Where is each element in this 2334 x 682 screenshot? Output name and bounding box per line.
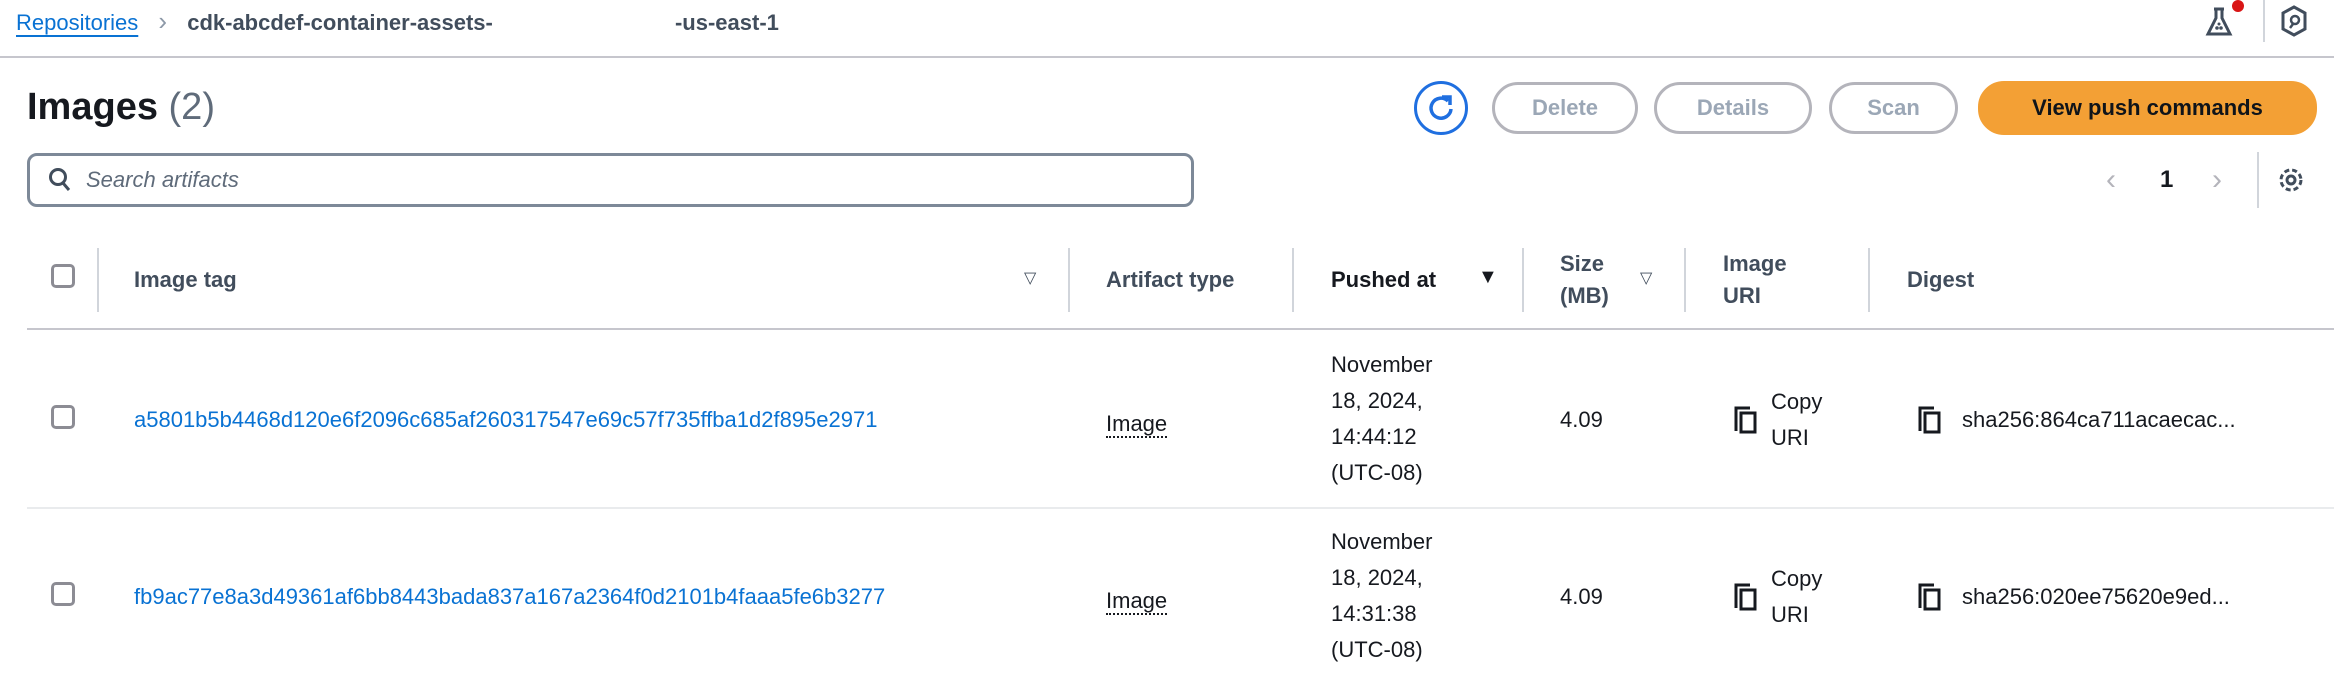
copy-label: Copy xyxy=(1771,566,1823,591)
details-button[interactable]: Details xyxy=(1654,82,1812,134)
size: 4.09 xyxy=(1560,407,1603,432)
divider xyxy=(2263,0,2265,42)
copy-label: URI xyxy=(1771,425,1809,450)
digest: sha256:020ee75620e9ed... xyxy=(1962,584,2230,609)
pushed-line: November xyxy=(1331,529,1433,554)
uri-label-2: URI xyxy=(1723,283,1761,308)
copy-uri-button[interactable]: Copy URI xyxy=(1771,561,1822,633)
next-page-button[interactable]: › xyxy=(2212,163,2222,197)
column-header-size[interactable]: Size (MB) xyxy=(1560,248,1609,312)
select-all-checkbox[interactable] xyxy=(51,264,75,288)
digest: sha256:864ca711acaecac... xyxy=(1962,407,2236,432)
header-divider xyxy=(0,56,2334,58)
breadcrumb-current: cdk-abcdef-container-assets- xyxy=(187,10,493,35)
copy-label: Copy xyxy=(1771,389,1823,414)
copy-icon[interactable] xyxy=(1733,405,1759,441)
hexagon-icon[interactable] xyxy=(2280,5,2308,43)
row-divider xyxy=(27,507,2334,509)
size-unit: (MB) xyxy=(1560,283,1609,308)
notification-dot xyxy=(2232,0,2244,12)
pushed-line: 14:31:38 xyxy=(1331,601,1417,626)
breadcrumb: Repositories › cdk-abcdef-container-asse… xyxy=(16,6,779,37)
size-label: Size xyxy=(1560,251,1605,276)
copy-uri-button[interactable]: Copy URI xyxy=(1771,384,1822,456)
image-count: (2) xyxy=(168,86,215,128)
pushed-line: 18, 2024, xyxy=(1331,565,1423,590)
delete-button[interactable]: Delete xyxy=(1492,82,1638,134)
artifact-type[interactable]: Image xyxy=(1106,411,1168,438)
view-push-commands-button[interactable]: View push commands xyxy=(1978,81,2317,135)
uri-label-1: Image xyxy=(1723,251,1787,276)
pushed-line: (UTC-08) xyxy=(1331,637,1423,662)
divider xyxy=(2257,152,2259,208)
size: 4.09 xyxy=(1560,584,1603,609)
search-input[interactable]: Search artifacts xyxy=(27,153,1194,207)
chevron-right-icon: › xyxy=(158,6,168,36)
pushed-line: November xyxy=(1331,352,1433,377)
column-header-pushed-at[interactable]: Pushed at xyxy=(1331,264,1436,296)
copy-digest-icon[interactable] xyxy=(1917,405,1943,441)
pushed-at: November 18, 2024, 14:44:12 (UTC-08) xyxy=(1331,347,1432,491)
breadcrumb-current-suffix: -us-east-1 xyxy=(674,10,779,35)
column-divider xyxy=(1292,248,1294,312)
refresh-button[interactable] xyxy=(1414,81,1468,135)
previous-page-button[interactable]: ‹ xyxy=(2106,163,2116,197)
image-tag-link[interactable]: fb9ac77e8a3d49361af6bb8443bada837a167a23… xyxy=(134,579,885,615)
refresh-icon xyxy=(1429,95,1453,120)
sort-icon[interactable]: ▽ xyxy=(1024,268,1036,288)
search-icon xyxy=(49,168,71,191)
copy-label: URI xyxy=(1771,602,1809,627)
pushed-line: (UTC-08) xyxy=(1331,460,1423,485)
breadcrumb-repositories-link[interactable]: Repositories xyxy=(16,10,138,35)
page-title: Images (2) xyxy=(27,86,215,129)
settings-gear-icon[interactable] xyxy=(2277,165,2305,201)
column-header-digest[interactable]: Digest xyxy=(1907,264,1974,296)
column-divider xyxy=(1068,248,1070,312)
header-row-divider xyxy=(27,328,2334,330)
pushed-line: 18, 2024, xyxy=(1331,388,1423,413)
row-checkbox[interactable] xyxy=(51,405,75,429)
search-placeholder: Search artifacts xyxy=(86,167,239,192)
copy-digest-icon[interactable] xyxy=(1917,582,1943,618)
copy-icon[interactable] xyxy=(1733,582,1759,618)
column-header-image-uri[interactable]: Image URI xyxy=(1723,248,1787,312)
pushed-at: November 18, 2024, 14:31:38 (UTC-08) xyxy=(1331,524,1432,668)
artifact-type[interactable]: Image xyxy=(1106,588,1168,615)
scan-button[interactable]: Scan xyxy=(1829,82,1958,134)
column-header-image-tag[interactable]: Image tag xyxy=(134,264,237,296)
column-divider xyxy=(97,248,99,312)
page-number[interactable]: 1 xyxy=(2160,166,2173,194)
column-divider xyxy=(1868,248,1870,312)
row-checkbox[interactable] xyxy=(51,582,75,606)
column-divider xyxy=(1684,248,1686,312)
flask-icon[interactable] xyxy=(2204,6,2234,44)
image-tag-link[interactable]: a5801b5b4468d120e6f2096c685af260317547e6… xyxy=(134,402,877,438)
column-header-artifact-type[interactable]: Artifact type xyxy=(1106,264,1234,296)
pushed-line: 14:44:12 xyxy=(1331,424,1417,449)
column-divider xyxy=(1522,248,1524,312)
sort-descending-icon[interactable]: ▼ xyxy=(1478,266,1498,289)
title-text: Images xyxy=(27,86,158,128)
sort-icon[interactable]: ▽ xyxy=(1640,268,1652,288)
